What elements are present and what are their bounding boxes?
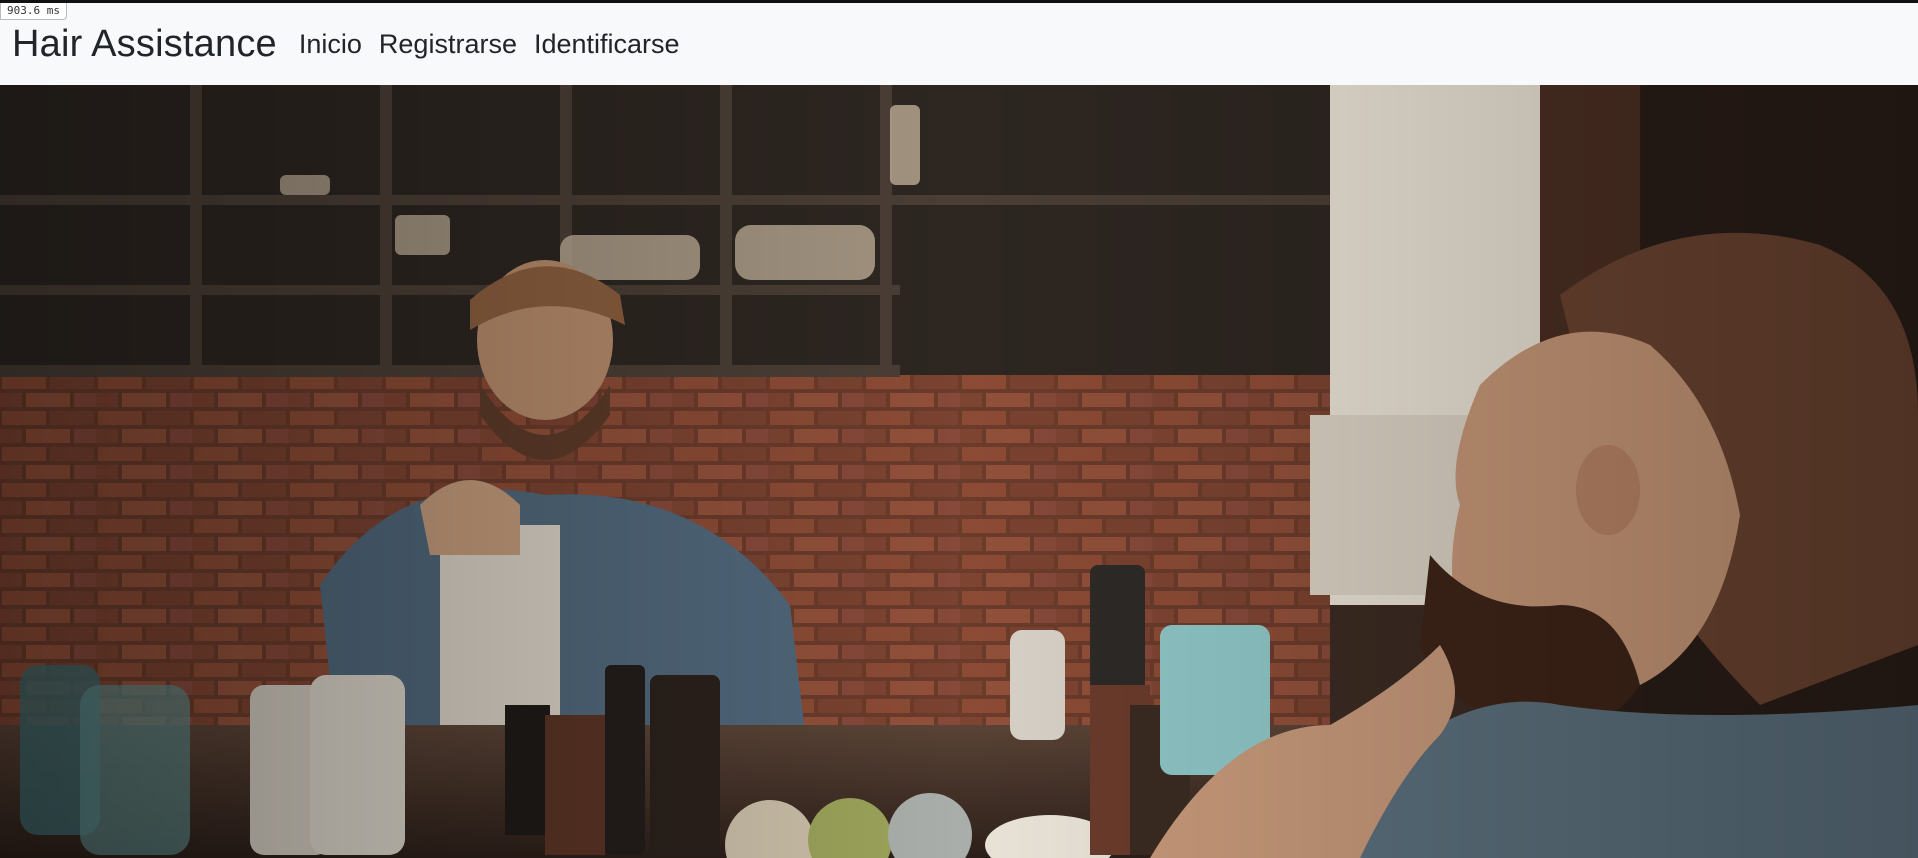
brand-link[interactable]: Hair Assistance: [12, 23, 277, 66]
timing-badge: 903.6 ms: [0, 3, 67, 20]
nav-link-identificarse[interactable]: Identificarse: [534, 29, 680, 60]
nav-link-registrarse[interactable]: Registrarse: [379, 29, 517, 60]
hero-image: [0, 85, 1918, 858]
navbar: Hair Assistance Inicio Registrarse Ident…: [0, 3, 1918, 86]
nav-link-inicio[interactable]: Inicio: [299, 29, 362, 60]
